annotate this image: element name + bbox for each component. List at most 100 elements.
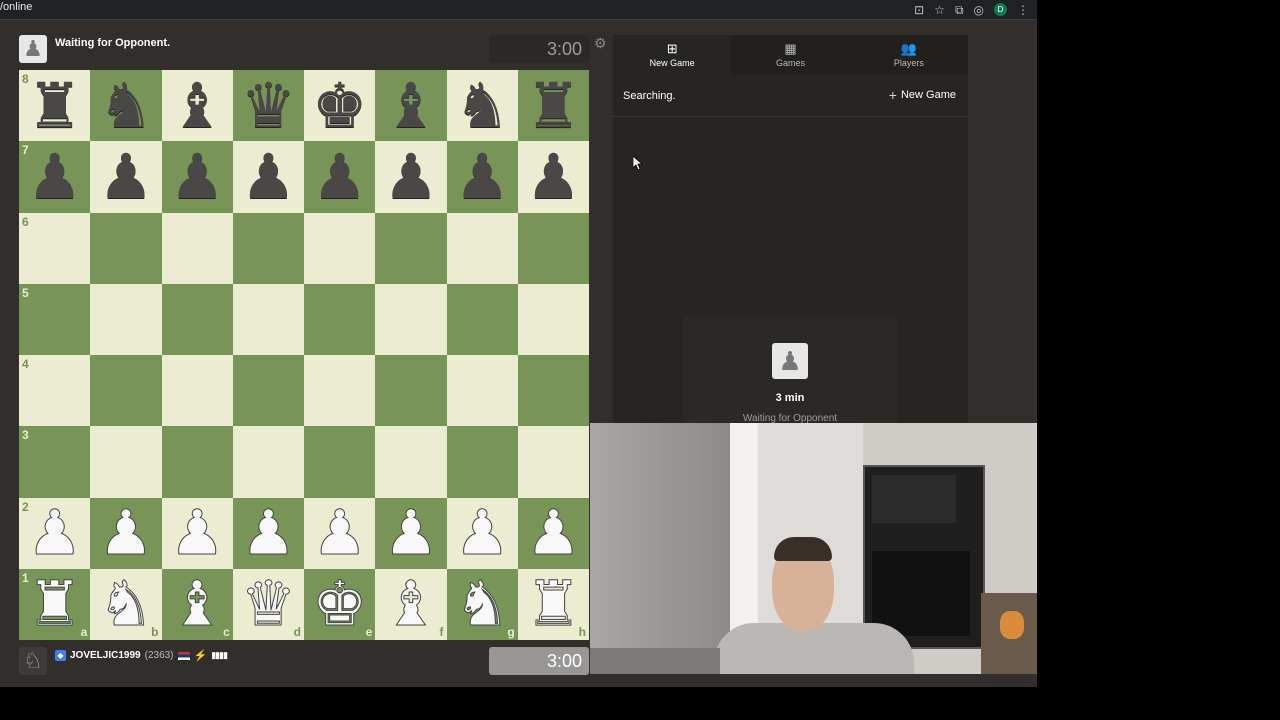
board-square[interactable]: ♟ — [161, 497, 233, 569]
white-pawn-icon[interactable]: ♟ — [26, 501, 83, 564]
board-square[interactable] — [375, 212, 447, 284]
board-square[interactable]: 8 ♜ — [19, 70, 91, 142]
black-pawn-icon[interactable]: ♟ — [169, 145, 225, 208]
tab-games[interactable]: ▦ Games — [731, 35, 849, 75]
settings-gear-icon[interactable]: ⚙ — [594, 35, 607, 52]
board-square[interactable]: ♟ — [375, 497, 447, 569]
board-square[interactable]: h ♜ — [517, 568, 589, 640]
bookmark-star-icon[interactable]: ☆ — [934, 4, 945, 16]
board-square[interactable] — [446, 283, 518, 355]
black-rook-icon[interactable]: ♜ — [526, 74, 582, 137]
board-square[interactable]: e ♚ — [304, 568, 376, 640]
board-square[interactable] — [304, 212, 376, 284]
black-king-icon[interactable]: ♚ — [312, 74, 368, 137]
white-rook-icon[interactable]: ♜ — [525, 572, 582, 635]
white-pawn-icon[interactable]: ♟ — [454, 501, 511, 564]
board-square[interactable] — [517, 355, 589, 427]
black-bishop-icon[interactable]: ♝ — [169, 74, 225, 137]
board-square[interactable]: c ♝ — [161, 568, 233, 640]
sync-icon[interactable]: ◎ — [974, 4, 984, 16]
white-bishop-icon[interactable]: ♝ — [169, 572, 226, 635]
board-square[interactable]: 2 ♟ — [19, 497, 91, 569]
black-queen-icon[interactable]: ♛ — [241, 74, 297, 137]
white-pawn-icon[interactable]: ♟ — [169, 501, 226, 564]
board-square[interactable] — [232, 355, 304, 427]
board-square[interactable]: ♟ — [232, 141, 304, 213]
black-knight-icon[interactable]: ♞ — [98, 74, 154, 137]
black-bishop-icon[interactable]: ♝ — [383, 74, 439, 137]
white-rook-icon[interactable]: ♜ — [26, 572, 83, 635]
extensions-icon[interactable]: ⧉ — [955, 4, 964, 16]
board-square[interactable]: ♟ — [446, 141, 518, 213]
board-square[interactable]: ♞ — [446, 70, 518, 142]
board-square[interactable]: ♝ — [375, 70, 447, 142]
board-square[interactable]: ♛ — [232, 70, 304, 142]
white-pawn-icon[interactable]: ♟ — [383, 501, 440, 564]
board-square[interactable] — [161, 212, 233, 284]
board-square[interactable]: ♝ — [161, 70, 233, 142]
white-knight-icon[interactable]: ♞ — [98, 572, 155, 635]
board-square[interactable] — [161, 355, 233, 427]
menu-kebab-icon[interactable]: ⋮ — [1017, 4, 1029, 16]
board-square[interactable]: ♟ — [161, 141, 233, 213]
board-square[interactable]: ♟ — [232, 497, 304, 569]
board-square[interactable]: 3 — [19, 426, 91, 498]
board-square[interactable] — [304, 283, 376, 355]
tab-players[interactable]: 👥 Players — [850, 35, 968, 75]
board-square[interactable] — [90, 355, 162, 427]
white-queen-icon[interactable]: ♛ — [240, 572, 297, 635]
black-pawn-icon[interactable]: ♟ — [526, 145, 582, 208]
board-square[interactable]: ♚ — [304, 70, 376, 142]
white-pawn-icon[interactable]: ♟ — [98, 501, 155, 564]
board-square[interactable]: 7 ♟ — [19, 141, 91, 213]
black-pawn-icon[interactable]: ♟ — [454, 145, 510, 208]
board-square[interactable]: 1 a ♜ — [19, 568, 91, 640]
board-square[interactable]: ♟ — [304, 497, 376, 569]
board-square[interactable]: ♟ — [90, 497, 162, 569]
board-square[interactable] — [517, 283, 589, 355]
board-square[interactable] — [446, 212, 518, 284]
board-square[interactable] — [517, 426, 589, 498]
board-square[interactable]: ♟ — [375, 141, 447, 213]
board-square[interactable] — [375, 283, 447, 355]
player-avatar[interactable]: ♘ — [19, 647, 47, 675]
board-square[interactable]: ♟ — [517, 497, 589, 569]
board-square[interactable] — [161, 283, 233, 355]
board-square[interactable]: ♟ — [517, 141, 589, 213]
install-app-icon[interactable]: ⊡ — [914, 4, 924, 16]
board-square[interactable] — [304, 355, 376, 427]
black-pawn-icon[interactable]: ♟ — [383, 145, 439, 208]
board-square[interactable]: ♟ — [90, 141, 162, 213]
board-square[interactable]: f ♝ — [375, 568, 447, 640]
board-square[interactable]: d ♛ — [232, 568, 304, 640]
board-square[interactable]: b ♞ — [90, 568, 162, 640]
board-square[interactable] — [446, 426, 518, 498]
player-name[interactable]: JOVELJIC1999 — [70, 650, 141, 661]
board-square[interactable]: ♞ — [90, 70, 162, 142]
board-square[interactable] — [90, 212, 162, 284]
black-knight-icon[interactable]: ♞ — [454, 74, 510, 137]
white-knight-icon[interactable]: ♞ — [454, 572, 511, 635]
board-square[interactable] — [90, 426, 162, 498]
tab-new-game[interactable]: ⊞ New Game — [613, 35, 732, 75]
white-pawn-icon[interactable]: ♟ — [240, 501, 297, 564]
board-square[interactable]: ♟ — [446, 497, 518, 569]
board-square[interactable] — [232, 426, 304, 498]
board-square[interactable] — [375, 426, 447, 498]
board-square[interactable]: 4 — [19, 355, 91, 427]
board-square[interactable]: g ♞ — [446, 568, 518, 640]
board-square[interactable]: 5 — [19, 283, 91, 355]
board-square[interactable] — [517, 212, 589, 284]
board-square[interactable] — [304, 426, 376, 498]
board-square[interactable]: ♟ — [304, 141, 376, 213]
black-pawn-icon[interactable]: ♟ — [98, 145, 154, 208]
black-pawn-icon[interactable]: ♟ — [27, 145, 83, 208]
black-pawn-icon[interactable]: ♟ — [312, 145, 368, 208]
chess-board[interactable]: 8 ♜ ♞ ♝ ♛ ♚ ♝ ♞ ♜ 7 ♟ ♟ ♟ ♟ ♟ ♟ ♟ ♟ 6 5 4 3 2 ♟ ♟ ♟ ♟ ♟ ♟ ♟ ♟ 1 a ♜ b ♞ c ♝ d ♛… — [19, 70, 589, 640]
board-square[interactable]: 6 — [19, 212, 91, 284]
board-square[interactable] — [232, 212, 304, 284]
black-rook-icon[interactable]: ♜ — [27, 74, 83, 137]
board-square[interactable] — [232, 283, 304, 355]
white-pawn-icon[interactable]: ♟ — [525, 501, 582, 564]
black-pawn-icon[interactable]: ♟ — [241, 145, 297, 208]
